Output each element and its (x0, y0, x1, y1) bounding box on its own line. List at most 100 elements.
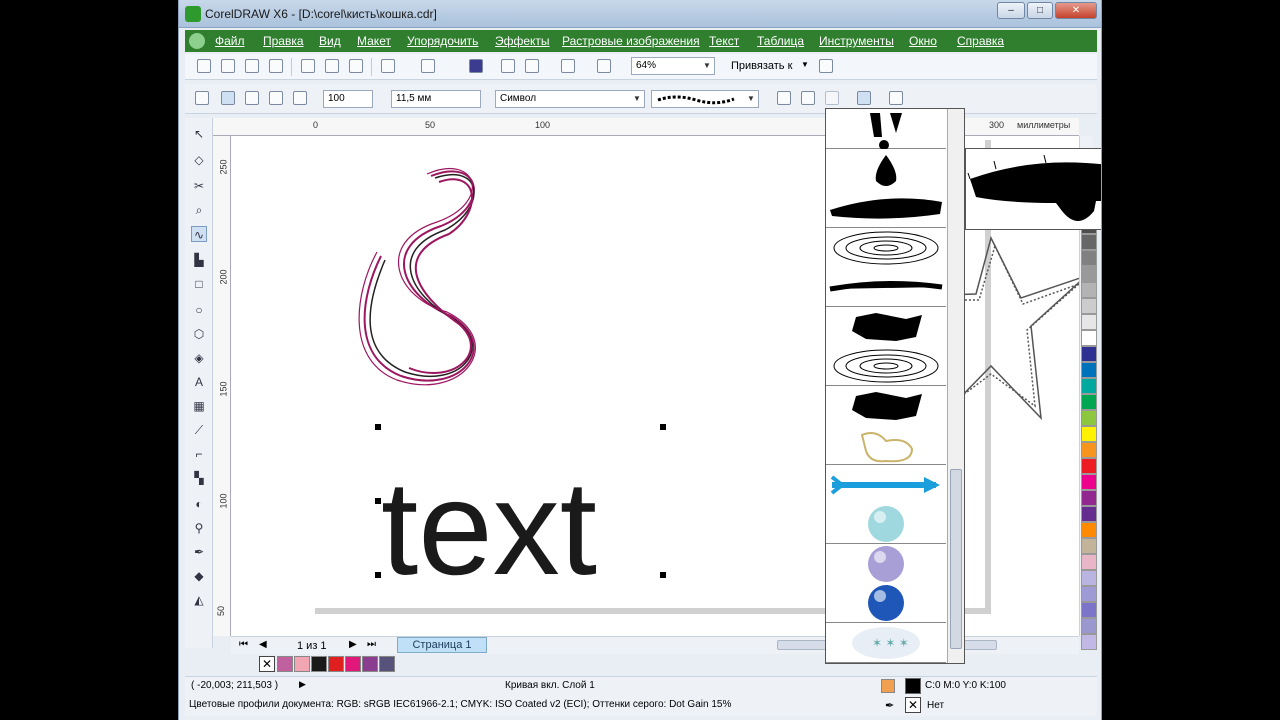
palette-swatch[interactable] (1081, 330, 1097, 346)
document-palette-swatch[interactable] (277, 656, 293, 672)
brush-mode-icon[interactable] (221, 91, 235, 105)
welcome-screen-icon[interactable] (597, 59, 611, 73)
cut-icon[interactable] (301, 59, 315, 73)
scale-stroke-icon[interactable] (857, 91, 871, 105)
document-palette-swatch[interactable] (379, 656, 395, 672)
brush-stroke-option[interactable]: ✶ ✶ ✶ (826, 622, 946, 663)
redo-icon[interactable] (421, 59, 435, 73)
prev-page-icon[interactable]: ◀ (259, 639, 267, 650)
palette-swatch[interactable] (1081, 506, 1097, 522)
document-palette-swatch[interactable] (345, 656, 361, 672)
connector-tool-icon[interactable]: ⌐ (191, 446, 207, 462)
save-stroke-icon[interactable] (801, 91, 815, 105)
open-icon[interactable] (221, 59, 235, 73)
shape-tool-icon[interactable]: ◇ (191, 152, 207, 168)
print-icon[interactable] (269, 59, 283, 73)
brush-stroke-option[interactable] (826, 425, 946, 465)
save-icon[interactable] (245, 59, 259, 73)
expand-status-icon[interactable]: ▶ (299, 679, 306, 690)
palette-swatch[interactable] (1081, 266, 1097, 282)
import-icon[interactable] (501, 59, 515, 73)
menu-edit[interactable]: Правка (263, 34, 304, 48)
chevron-down-icon[interactable]: ▼ (801, 60, 809, 69)
export-icon[interactable] (525, 59, 539, 73)
dimension-tool-icon[interactable]: ⟋ (191, 422, 207, 438)
palette-swatch[interactable] (1081, 522, 1097, 538)
new-document-icon[interactable] (197, 59, 211, 73)
sprayer-mode-icon[interactable] (245, 91, 259, 105)
polygon-tool-icon[interactable]: ⬡ (191, 326, 207, 342)
tab-page-1[interactable]: Страница 1 (397, 637, 487, 653)
menu-bitmaps[interactable]: Растровые изображения (562, 34, 700, 48)
brush-stroke-option[interactable] (826, 543, 946, 584)
next-page-icon[interactable]: ▶ (349, 639, 357, 650)
palette-swatch[interactable] (1081, 474, 1097, 490)
bounding-box-icon[interactable] (889, 91, 903, 105)
calligraphic-mode-icon[interactable] (269, 91, 283, 105)
palette-swatch[interactable] (1081, 602, 1097, 618)
document-menu-icon[interactable] (189, 33, 205, 49)
basic-shapes-tool-icon[interactable]: ◈ (191, 350, 207, 366)
rectangle-tool-icon[interactable]: □ (191, 276, 207, 292)
crop-tool-icon[interactable]: ✂ (191, 178, 207, 194)
pick-tool-icon[interactable]: ↖ (191, 126, 207, 142)
vertical-ruler[interactable]: 250 200 150 100 50 (213, 136, 231, 636)
brush-stroke-option[interactable] (826, 267, 946, 307)
brush-stroke-option[interactable] (826, 148, 946, 189)
menu-text[interactable]: Текст (709, 34, 739, 48)
delete-stroke-icon[interactable] (825, 91, 839, 105)
menu-view[interactable]: Вид (319, 34, 341, 48)
smoothing-field[interactable]: 100 (323, 90, 373, 108)
blend-tool-icon[interactable]: ▚ (191, 470, 207, 486)
outline-none-swatch[interactable]: ✕ (905, 697, 921, 713)
outline-pen-tool-icon[interactable]: ✒ (191, 544, 207, 560)
maximize-button[interactable]: □ (1027, 2, 1053, 19)
options-icon[interactable] (819, 59, 833, 73)
preset-mode-icon[interactable] (195, 91, 209, 105)
menu-effects[interactable]: Эффекты (495, 34, 550, 48)
palette-swatch[interactable] (1081, 490, 1097, 506)
brush-category-select[interactable]: Символ ▼ (495, 90, 645, 108)
menu-window[interactable]: Окно (909, 34, 937, 48)
palette-swatch[interactable] (1081, 618, 1097, 634)
menu-arrange[interactable]: Упорядочить (407, 34, 478, 48)
palette-swatch[interactable] (1081, 570, 1097, 586)
copy-icon[interactable] (325, 59, 339, 73)
menu-table[interactable]: Таблица (757, 34, 804, 48)
snap-to-button[interactable]: Привязать к (731, 60, 792, 72)
brush-list-scrollbar[interactable] (947, 109, 964, 663)
ellipse-tool-icon[interactable]: ○ (191, 302, 207, 318)
menu-help[interactable]: Справка (957, 34, 1004, 48)
brush-stroke-option[interactable] (826, 227, 946, 268)
paste-icon[interactable] (349, 59, 363, 73)
palette-swatch[interactable] (1081, 314, 1097, 330)
brush-stroke-dropdown[interactable]: ✶ ✶ ✶ (825, 108, 965, 664)
text-object-selection[interactable]: text (375, 424, 666, 603)
transparency-tool-icon[interactable]: ◐ (191, 496, 207, 512)
palette-swatch[interactable] (1081, 362, 1097, 378)
menu-layout[interactable]: Макет (357, 34, 391, 48)
brush-stroke-option[interactable] (826, 385, 946, 426)
no-color-swatch[interactable]: ✕ (259, 656, 275, 672)
undo-icon[interactable] (381, 59, 395, 73)
minimize-button[interactable]: – (997, 2, 1025, 19)
palette-swatch[interactable] (1081, 282, 1097, 298)
brush-stroke-option[interactable] (826, 583, 946, 623)
first-page-icon[interactable]: ⏮ (239, 639, 248, 650)
palette-swatch[interactable] (1081, 234, 1097, 250)
table-tool-icon[interactable]: ▦ (191, 398, 207, 414)
search-content-icon[interactable] (469, 59, 483, 73)
close-button[interactable]: ✕ (1055, 2, 1097, 19)
palette-swatch[interactable] (1081, 346, 1097, 362)
last-page-icon[interactable]: ⏭ (367, 639, 376, 650)
smart-fill-tool-icon[interactable]: ▙ (191, 252, 207, 268)
brush-stroke-option[interactable] (826, 109, 946, 150)
palette-swatch[interactable] (1081, 538, 1097, 554)
palette-swatch[interactable] (1081, 410, 1097, 426)
zoom-tool-icon[interactable]: ⌕ (191, 202, 207, 218)
document-palette-swatch[interactable] (311, 656, 327, 672)
palette-swatch[interactable] (1081, 426, 1097, 442)
brush-stroke-option[interactable] (826, 504, 946, 544)
color-profiles-info[interactable]: Цветовые профили документа: RGB: sRGB IE… (189, 699, 731, 710)
pressure-mode-icon[interactable] (293, 91, 307, 105)
